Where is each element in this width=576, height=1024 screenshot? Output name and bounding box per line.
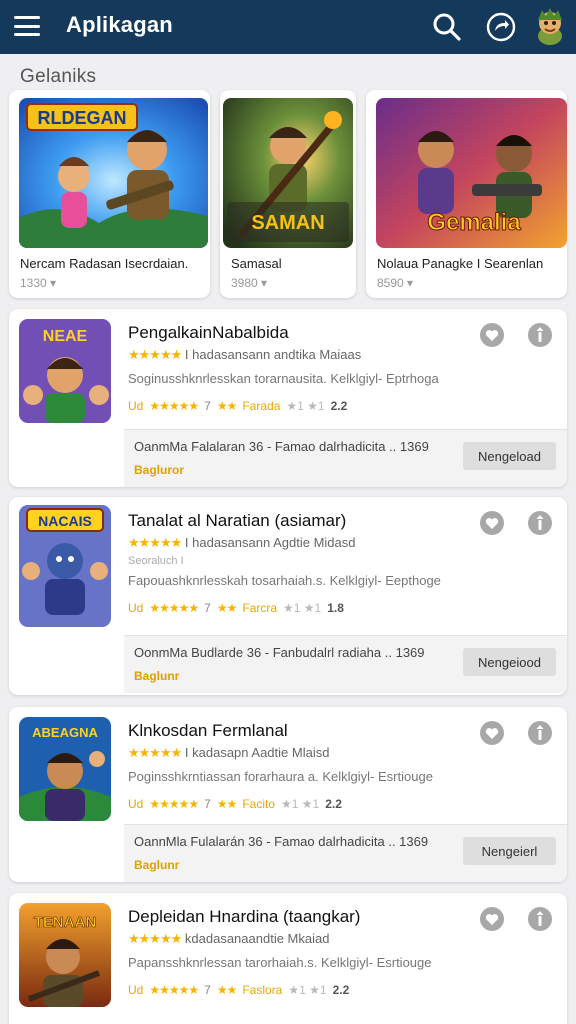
featured-card[interactable]: SAMAN Samasal 3980 ▾ xyxy=(220,90,356,298)
app-list-card[interactable]: ABEAGNA Klnkosdan Fermlanal ★★★★★ I kada… xyxy=(9,707,567,882)
favorite-icon[interactable] xyxy=(479,720,505,746)
svg-text:ABEAGNA: ABEAGNA xyxy=(32,725,98,740)
info-icon[interactable] xyxy=(527,322,553,348)
svg-text:NACAIS: NACAIS xyxy=(38,513,92,529)
featured-card-image: RLDEGAN xyxy=(19,98,208,248)
info-icon[interactable] xyxy=(527,906,553,932)
featured-card[interactable]: RLDEGAN Nercam Radasan Isecrdaian. 1330 … xyxy=(9,90,210,298)
promo-text: OanmMa Falalaran 36 - Famao dalrhadicita… xyxy=(134,439,429,454)
download-button[interactable]: Nengeiood xyxy=(463,648,556,676)
app-meta-row: Ud ★★★★★ 7 ★★ Farcra ★1 ★1 1.8 xyxy=(128,601,344,615)
app-thumbnail: NACAIS xyxy=(19,505,111,627)
featured-card-meta: 3980 ▾ xyxy=(231,276,268,290)
featured-card-image: Gemalia xyxy=(376,98,567,248)
featured-card-title: Nolaua Panagke I Searenlan xyxy=(377,256,544,271)
app-meta-row: Ud ★★★★★ 7 ★★ Farada ★1 ★1 2.2 xyxy=(128,399,348,413)
section-title: Gelaniks xyxy=(20,66,97,87)
app-promo-bar: OanmMa Falalaran 36 - Famao dalrhadicita… xyxy=(124,429,567,487)
featured-card-meta: 1330 ▾ xyxy=(20,276,57,290)
favorite-icon[interactable] xyxy=(479,322,505,348)
svg-text:NEAE: NEAE xyxy=(43,328,88,345)
svg-text:RLDEGAN: RLDEGAN xyxy=(38,108,127,128)
app-thumbnail: NEAE xyxy=(19,319,111,423)
app-promo-bar: OonmMa Budlarde 36 - Fanbudalrl radiaha … xyxy=(124,635,567,693)
promo-badge: Bagluror xyxy=(134,463,185,477)
download-button[interactable]: Nengeload xyxy=(463,442,556,470)
promo-badge: Baglunr xyxy=(134,858,180,872)
menu-icon[interactable] xyxy=(14,14,40,38)
app-rating: ★★★★★ I kadasapn Aadtie Mlaisd xyxy=(128,745,330,760)
app-title: PengalkainNabalbida xyxy=(128,323,289,342)
app-thumbnail: ABEAGNA xyxy=(19,717,111,821)
promo-text: OannMla Fulalarán 36 - Famao dalrhadicit… xyxy=(134,834,429,849)
app-rating: ★★★★★ I hadasansann andtika Maiaas xyxy=(128,347,362,362)
app-title: Aplikagan xyxy=(66,12,173,37)
download-button[interactable]: Nengeierl xyxy=(463,837,556,865)
app-rating: ★★★★★ I hadasansann Agdtie Midasd xyxy=(128,535,356,550)
app-list-card[interactable]: NACAIS Tanalat al Naratian (asiamar) ★★★… xyxy=(9,497,567,695)
app-description: Fapouashknrlesskah tosarhaiah.s. Kelklgi… xyxy=(128,573,441,588)
app-description: Poginsshkrntiassan forarhaura a. Kelklgi… xyxy=(128,769,433,784)
app-title: Klnkosdan Fermlanal xyxy=(128,721,288,740)
info-icon[interactable] xyxy=(527,720,553,746)
featured-card-meta: 8590 ▾ xyxy=(377,276,414,290)
app-list-card[interactable]: NEAE PengalkainNabalbida ★★★★★ I hadasan… xyxy=(9,309,567,487)
svg-text:TENAAN: TENAAN xyxy=(34,914,97,931)
promo-badge: Baglunr xyxy=(134,669,180,683)
info-icon[interactable] xyxy=(527,510,553,536)
share-icon[interactable] xyxy=(484,10,518,44)
app-title: Depleidan Hnardina (taangkar) xyxy=(128,907,361,926)
promo-text: OonmMa Budlarde 36 - Fanbudalrl radiaha … xyxy=(134,645,425,660)
featured-section: Gelaniks RLDEGAN Nercam Radasan Isecrdai… xyxy=(9,66,567,298)
featured-card-image: SAMAN xyxy=(223,98,353,248)
app-list-card[interactable]: TENAAN Depleidan Hnardina (taangkar) ★★★… xyxy=(9,893,567,1024)
app-meta-row: Ud ★★★★★ 7 ★★ Facito ★1 ★1 2.2 xyxy=(128,797,342,811)
featured-card-title: Samasal xyxy=(231,256,282,271)
app-meta-row: Ud ★★★★★ 7 ★★ Faslora ★1 ★1 2.2 xyxy=(128,983,350,997)
featured-card-title: Nercam Radasan Isecrdaian. xyxy=(20,256,189,271)
top-app-bar: Aplikagan xyxy=(0,0,576,54)
favorite-icon[interactable] xyxy=(479,906,505,932)
app-rating: ★★★★★ kdadasanaandtie Mkaiad xyxy=(128,931,330,946)
svg-text:SAMAN: SAMAN xyxy=(251,212,324,234)
avatar[interactable] xyxy=(532,6,568,46)
app-thumbnail: TENAAN xyxy=(19,903,111,1007)
featured-card[interactable]: Gemalia Nolaua Panagke I Searenlan 8590 … xyxy=(366,90,567,298)
favorite-icon[interactable] xyxy=(479,510,505,536)
app-subtitle: Seoraluch I xyxy=(128,555,184,567)
app-promo-bar: OannMla Fulalarán 36 - Famao dalrhadicit… xyxy=(124,824,567,882)
app-description: Papansshknrlessan tarorhaiah.s. Kelklgiy… xyxy=(128,955,432,970)
svg-text:Gemalia: Gemalia xyxy=(427,209,521,236)
app-title: Tanalat al Naratian (asiamar) xyxy=(128,511,347,530)
search-icon[interactable] xyxy=(430,10,464,44)
app-description: Soginusshknrlesskan torarnausita. Kelklg… xyxy=(128,371,439,386)
